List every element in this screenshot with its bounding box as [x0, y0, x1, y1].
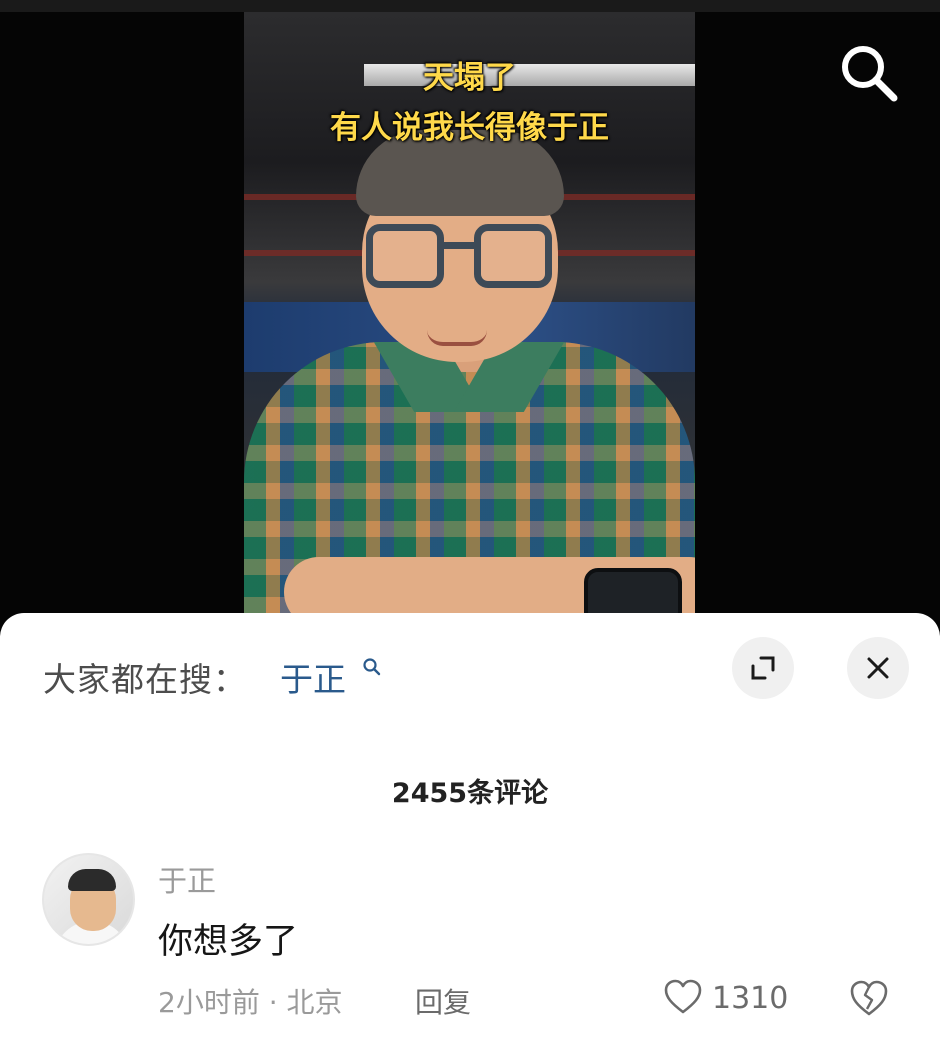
- trending-search-term[interactable]: 于正: [280, 653, 346, 701]
- comment-text: 你想多了: [158, 922, 299, 962]
- heart-outline-icon[interactable]: [663, 978, 703, 1016]
- video-frame[interactable]: 天塌了 有人说我长得像于正: [244, 12, 695, 613]
- comment-count: 2455条评论: [391, 778, 549, 809]
- video-player[interactable]: 天塌了 有人说我长得像于正: [0, 0, 940, 640]
- trending-search-label: 大家都在搜：: [43, 660, 247, 699]
- person-mouth: [427, 330, 487, 346]
- status-bar-strip: [0, 0, 940, 12]
- comments-sheet: 大家都在搜： 于正 2455条评论 于正 你想多了 2小时前 · 北京 回复 1…: [0, 613, 940, 1041]
- reply-button[interactable]: 回复: [415, 981, 471, 1021]
- avatar[interactable]: [42, 853, 135, 946]
- smart-watch: [584, 568, 682, 613]
- comment-meta: 2小时前 · 北京: [158, 986, 343, 1019]
- video-caption-line2: 有人说我长得像于正: [330, 110, 609, 146]
- avatar-hair: [68, 869, 116, 891]
- video-caption-line1: 天塌了: [423, 60, 516, 96]
- broken-heart-icon[interactable]: [848, 978, 890, 1018]
- close-button[interactable]: [847, 637, 909, 699]
- search-icon: [842, 46, 898, 102]
- trending-search-icon[interactable]: [362, 657, 382, 677]
- comment-author[interactable]: 于正: [158, 858, 216, 900]
- close-icon: [867, 657, 889, 679]
- like-count: 1310: [712, 981, 789, 1016]
- search-button[interactable]: [836, 40, 900, 104]
- glasses: [366, 224, 552, 294]
- glasses-bridge: [444, 242, 474, 249]
- expand-button[interactable]: [732, 637, 794, 699]
- glasses-lens-left: [366, 224, 444, 288]
- glasses-lens-right: [474, 224, 552, 288]
- expand-icon: [751, 656, 775, 680]
